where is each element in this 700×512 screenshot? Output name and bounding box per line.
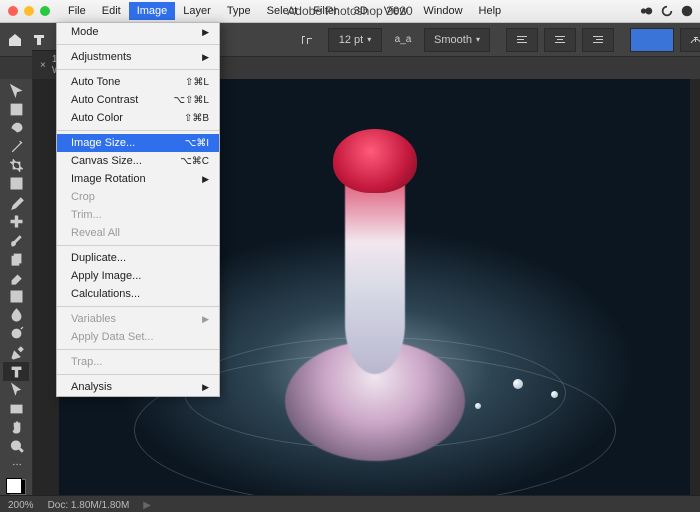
tool-eraser[interactable] [3, 268, 29, 287]
menu-item-adjustments[interactable]: Adjustments▶ [57, 48, 219, 66]
font-size-icon[interactable] [292, 29, 322, 51]
tool-lasso[interactable] [3, 118, 29, 137]
minimize-window-icon[interactable] [24, 6, 34, 16]
tool-frame[interactable] [3, 175, 29, 194]
menu-item-variables: Variables▶ [57, 310, 219, 328]
menu-file[interactable]: File [60, 2, 94, 20]
app-menubar: FileEditImageLayerTypeSelectFilter3DView… [60, 2, 509, 20]
mac-titlebar: FileEditImageLayerTypeSelectFilter3DView… [0, 0, 700, 23]
menu-window[interactable]: Window [415, 2, 470, 20]
tool-rectangle[interactable] [3, 399, 29, 418]
tool-pen[interactable] [3, 343, 29, 362]
menu-item-canvas-size[interactable]: Canvas Size...⌥⌘C [57, 152, 219, 170]
foreground-color-swatch[interactable] [6, 478, 22, 494]
text-color-swatch[interactable] [630, 28, 674, 52]
cloud-status-icon [640, 4, 654, 18]
tool-healing[interactable] [3, 212, 29, 231]
menu-help[interactable]: Help [471, 2, 510, 20]
window-controls [8, 6, 50, 16]
menu-item-apply-image[interactable]: Apply Image... [57, 267, 219, 285]
tool-zoom[interactable] [3, 437, 29, 456]
tool-eyedropper[interactable] [3, 193, 29, 212]
tool-clone[interactable] [3, 249, 29, 268]
status-bar: 200% Doc: 1.80M/1.80M ▶ [0, 495, 700, 512]
tool-type[interactable] [3, 362, 29, 381]
menu-item-analysis[interactable]: Analysis▶ [57, 378, 219, 396]
menu-select[interactable]: Select [259, 2, 306, 20]
menu-item-image-size[interactable]: Image Size...⌥⌘I [57, 134, 219, 152]
tool-dodge[interactable] [3, 324, 29, 343]
align-left-button[interactable] [506, 28, 538, 52]
image-menu-dropdown: Mode▶ Adjustments▶ Auto Tone⇧⌘LAuto Contra… [56, 22, 220, 397]
menu-layer[interactable]: Layer [175, 2, 219, 20]
tool-hand[interactable] [3, 418, 29, 437]
font-size-value: 12 pt [339, 34, 363, 46]
tool-blur[interactable] [3, 306, 29, 325]
menu-3d[interactable]: 3D [346, 2, 376, 20]
menu-item-reveal-all: Reveal All [57, 224, 219, 242]
tool-crop[interactable] [3, 156, 29, 175]
menu-item-auto-color[interactable]: Auto Color⇧⌘B [57, 109, 219, 127]
status-arrow-icon[interactable]: ▶ [143, 500, 151, 511]
color-swatches[interactable] [6, 478, 26, 495]
font-size-field[interactable]: 12 pt▾ [328, 28, 382, 52]
align-right-button[interactable] [582, 28, 614, 52]
tool-gradient[interactable] [3, 287, 29, 306]
menu-filter[interactable]: Filter [305, 2, 345, 20]
menu-item-crop: Crop [57, 188, 219, 206]
warp-text-button[interactable] [680, 28, 700, 52]
home-icon[interactable] [6, 26, 24, 54]
menu-item-image-rotation[interactable]: Image Rotation▶ [57, 170, 219, 188]
tool-magic-wand[interactable] [3, 137, 29, 156]
zoom-window-icon[interactable] [40, 6, 50, 16]
sync-icon [660, 4, 674, 18]
menu-item-mode[interactable]: Mode▶ [57, 23, 219, 41]
tool-move[interactable] [3, 81, 29, 100]
toolbox [0, 79, 33, 495]
menu-item-duplicate[interactable]: Duplicate... [57, 249, 219, 267]
zoom-level[interactable]: 200% [8, 500, 34, 511]
tool-marquee-rect[interactable] [3, 100, 29, 119]
anti-alias-value: Smooth [434, 34, 472, 46]
menu-type[interactable]: Type [219, 2, 259, 20]
tool-brush[interactable] [3, 231, 29, 250]
tab-close-icon[interactable]: × [40, 60, 46, 71]
tool-path-select[interactable] [3, 381, 29, 400]
menu-view[interactable]: View [376, 2, 416, 20]
anti-alias-label: a_a [388, 29, 418, 51]
titlebar-right-icons [640, 4, 694, 18]
close-window-icon[interactable] [8, 6, 18, 16]
menu-item-apply-data-set: Apply Data Set... [57, 328, 219, 346]
anti-alias-select[interactable]: Smooth▾ [424, 28, 490, 52]
tool-more[interactable] [3, 455, 29, 474]
menu-item-auto-tone[interactable]: Auto Tone⇧⌘L [57, 73, 219, 91]
doc-size[interactable]: Doc: 1.80M/1.80M [48, 500, 130, 511]
align-center-button[interactable] [544, 28, 576, 52]
menu-edit[interactable]: Edit [94, 2, 129, 20]
notify-icon [680, 4, 694, 18]
menu-image[interactable]: Image [129, 2, 176, 20]
menu-item-trap: Trap... [57, 353, 219, 371]
menu-item-auto-contrast[interactable]: Auto Contrast⌥⇧⌘L [57, 91, 219, 109]
menu-item-trim: Trim... [57, 206, 219, 224]
menu-item-calculations[interactable]: Calculations... [57, 285, 219, 303]
